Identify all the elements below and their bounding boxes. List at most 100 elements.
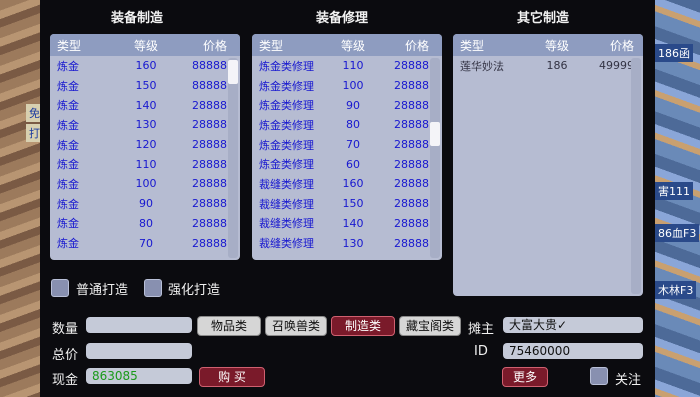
list-item[interactable]: 炼金类修理 70 28888 [252,135,442,155]
item-level: 80 [139,216,153,230]
item-type: 炼金类修理 [259,118,314,132]
list-item[interactable]: 炼金 140 28888 [50,95,240,115]
tab-crafting[interactable]: 制造类 [331,316,395,336]
craft-scrollbar[interactable] [228,58,238,258]
header-level: 等级 [544,38,569,53]
list-item[interactable]: 裁缝类修理 140 28888 [252,214,442,234]
item-level: 140 [135,98,157,112]
left-scene-edge [0,0,40,397]
item-price: 28888 [394,59,429,73]
more-button[interactable]: 更多 [502,367,548,387]
item-price: 88888 [192,79,227,93]
item-level: 80 [346,118,360,132]
item-price: 28888 [192,177,227,191]
other-scrollbar[interactable] [631,58,641,294]
other-list[interactable]: 类型 等级 价格 莲华妙法 186 49999 [453,34,643,296]
item-price: 49999 [599,59,634,73]
list-item[interactable]: 炼金 130 28888 [50,115,240,135]
list-item[interactable]: 炼金类修理 90 28888 [252,95,442,115]
item-level: 100 [342,79,364,93]
item-type: 裁缝类修理 [259,177,314,191]
item-level: 120 [135,138,157,152]
item-price: 28888 [394,118,429,132]
header-level: 等级 [340,38,365,53]
item-type: 裁缝类修理 [259,237,314,251]
item-level: 60 [346,157,360,171]
item-level: 150 [135,79,157,93]
item-type: 炼金 [57,99,79,113]
item-type: 炼金 [57,217,79,231]
header-price: 价格 [202,38,227,53]
item-price: 28888 [394,216,429,230]
item-type: 炼金 [57,197,79,211]
item-level: 160 [135,59,157,73]
list-item[interactable]: 炼金类修理 60 28888 [252,154,442,174]
item-type: 炼金 [57,138,79,152]
buy-button[interactable]: 购 买 [199,367,265,387]
craft-list[interactable]: 类型 等级 价格 炼金 160 88888 炼金 150 88888 炼金 140 28888 炼… [50,34,240,260]
item-level: 130 [135,118,157,132]
tab-items[interactable]: 物品类 [197,316,261,336]
item-type: 莲华妙法 [460,59,504,73]
header-price: 价格 [404,38,429,53]
quantity-input[interactable] [86,317,192,333]
right-edge-label: 害111 [655,182,693,200]
list-item[interactable]: 炼金类修理 80 28888 [252,115,442,135]
item-level: 186 [546,59,568,73]
craft-list-header: 类型 等级 价格 [50,34,240,56]
owner-label: 摊主 [468,322,495,337]
list-item[interactable]: 裁缝类修理 160 28888 [252,174,442,194]
item-price: 28888 [394,98,429,112]
list-item[interactable]: 莲华妙法 186 49999 [453,56,643,76]
item-level: 100 [135,177,157,191]
follow-checkbox[interactable] [590,367,608,385]
owner-value: 大富大贵✓ [503,317,643,333]
tab-pets[interactable]: 召唤兽类 [265,316,327,336]
item-type: 炼金 [57,158,79,172]
header-level: 等级 [133,38,158,53]
list-item[interactable]: 炼金 100 28888 [50,174,240,194]
item-type: 炼金 [57,118,79,132]
list-item[interactable]: 炼金 160 88888 [50,56,240,76]
item-level: 150 [342,197,364,211]
item-price: 28888 [192,118,227,132]
craft-scroll-thumb[interactable] [228,60,238,84]
item-price: 28888 [192,216,227,230]
list-item[interactable]: 炼金 150 88888 [50,76,240,96]
list-item[interactable]: 炼金 90 28888 [50,194,240,214]
item-price: 28888 [192,157,227,171]
item-level: 110 [135,157,157,171]
item-price: 28888 [394,157,429,171]
total-price-field [86,343,192,359]
follow-label: 关注 [615,373,642,388]
repair-list[interactable]: 类型 等级 价格 炼金类修理 110 28888 炼金类修理 100 28888 炼金类修理… [252,34,442,260]
tab-treasure[interactable]: 藏宝阁类 [399,316,461,336]
enhanced-craft-label: 强化打造 [168,283,221,298]
normal-craft-checkbox[interactable] [51,279,69,297]
item-level: 70 [139,236,153,250]
item-type: 炼金类修理 [259,59,314,73]
list-item[interactable]: 炼金 70 28888 [50,233,240,253]
list-item[interactable]: 炼金 110 28888 [50,154,240,174]
total-label: 总价 [52,348,79,363]
item-price: 28888 [394,236,429,250]
repair-scrollbar[interactable] [430,58,440,258]
header-price: 价格 [609,38,634,53]
item-level: 160 [342,177,364,191]
item-type: 裁缝类修理 [259,197,314,211]
list-item[interactable]: 炼金类修理 100 28888 [252,76,442,96]
header-type: 类型 [460,38,485,53]
list-item[interactable]: 炼金类修理 110 28888 [252,56,442,76]
other-list-header: 类型 等级 价格 [453,34,643,56]
list-item[interactable]: 炼金 120 28888 [50,135,240,155]
repair-scroll-thumb[interactable] [430,122,440,146]
list-item[interactable]: 裁缝类修理 130 28888 [252,233,442,253]
list-item[interactable]: 炼金 80 28888 [50,214,240,234]
item-type: 炼金类修理 [259,138,314,152]
item-type: 炼金类修理 [259,79,314,93]
cash-label: 现金 [52,373,79,388]
list-item[interactable]: 裁缝类修理 150 28888 [252,194,442,214]
item-price: 28888 [394,197,429,211]
id-label: ID [474,344,488,359]
enhanced-craft-checkbox[interactable] [144,279,162,297]
